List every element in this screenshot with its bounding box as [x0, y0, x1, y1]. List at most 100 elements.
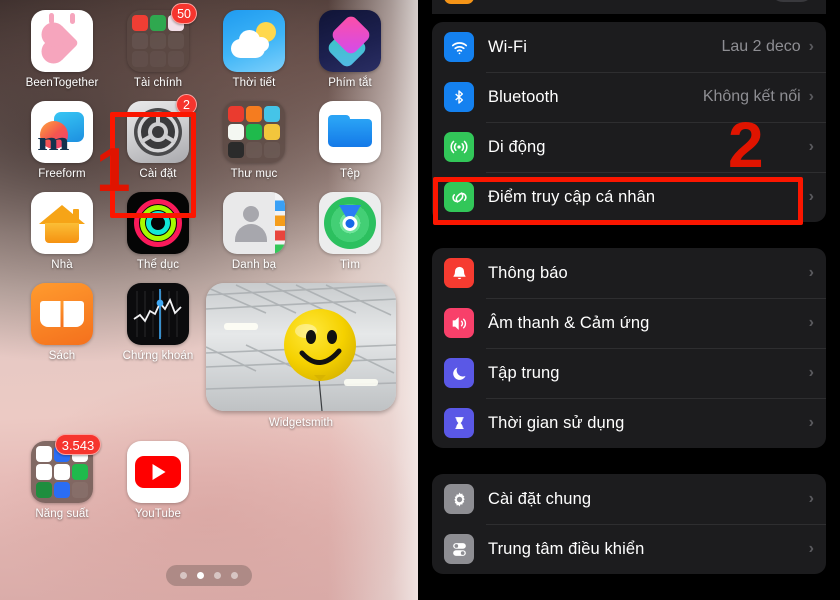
app-label: Danh bạ	[231, 259, 277, 271]
home-app-icon[interactable]	[31, 192, 93, 254]
app-tai-chinh[interactable]: 50 Tài chính	[110, 3, 206, 89]
settings-row-screen-time[interactable]: Thời gian sử dụng ›	[432, 398, 826, 448]
settings-row-label: Di động	[488, 137, 546, 156]
app-youtube[interactable]: YouTube	[110, 441, 206, 520]
settings-row-control-center[interactable]: Trung tâm điều khiển ›	[432, 524, 826, 574]
bluetooth-glyph	[455, 90, 464, 104]
chevron-right-icon: ›	[808, 414, 814, 431]
app-label: Tìm	[339, 259, 361, 271]
settings-row-label: Âm thanh & Cảm ứng	[488, 313, 650, 332]
beentogether-icon[interactable]	[31, 10, 93, 72]
settings-row-general[interactable]: Cài đặt chung ›	[432, 474, 826, 524]
icon-wrap: 50	[127, 3, 197, 72]
airplane-mode-icon	[444, 0, 474, 4]
badge-count: 2	[176, 94, 197, 115]
settings-row-label: Thời gian sử dụng	[488, 413, 625, 432]
app-nang-suat[interactable]: 3.543 Năng suất	[14, 434, 110, 520]
page-dot[interactable]	[180, 572, 187, 579]
weather-icon[interactable]	[223, 10, 285, 72]
row-accessory: ›	[801, 139, 826, 155]
app-sach[interactable]: Sách	[14, 283, 110, 429]
app-label: Tài chính	[133, 77, 183, 89]
icon-wrap	[127, 192, 189, 254]
gear-glyph	[134, 108, 182, 156]
speaker-glyph	[452, 316, 466, 330]
step-marker-2: 2	[728, 109, 764, 181]
badge-count: 3.543	[55, 434, 101, 455]
app-label: Thể dục	[136, 259, 180, 271]
gear-glyph	[453, 492, 465, 506]
page-dots[interactable]	[166, 565, 252, 586]
icon-wrap	[127, 283, 189, 345]
settings-row-sounds-haptics[interactable]: Âm thanh & Cảm ứng ›	[432, 298, 826, 348]
stocks-icon[interactable]	[127, 283, 189, 345]
page-dot-active[interactable]	[197, 572, 204, 579]
chevron-right-icon: ›	[808, 38, 814, 55]
chevron-right-icon: ›	[808, 364, 814, 381]
screen-time-hourglass-icon	[444, 408, 474, 438]
app-label: Thư mục	[230, 168, 278, 180]
app-thoi-tiet[interactable]: Thời tiết	[206, 10, 302, 89]
page-dot[interactable]	[214, 572, 221, 579]
screenshot-root: BeenTogether 50 Tài chính Thời tiết Phím…	[0, 0, 840, 600]
airplane-mode-toggle[interactable]	[770, 0, 814, 2]
freeform-icon[interactable]: m	[31, 101, 93, 163]
bell-glyph	[452, 266, 466, 279]
app-chung-khoan[interactable]: Chứng khoán	[110, 283, 206, 429]
settings-row-bluetooth[interactable]: Bluetooth Không kết nối ›	[432, 72, 826, 122]
settings-row-value: Không kết nối	[702, 88, 801, 105]
app-label: Phím tắt	[328, 77, 372, 89]
app-beentogether[interactable]: BeenTogether	[14, 10, 110, 89]
settings-row-focus[interactable]: Tập trung ›	[432, 348, 826, 398]
balloon-photo	[206, 283, 396, 411]
ios-home-screen: BeenTogether 50 Tài chính Thời tiết Phím…	[0, 0, 418, 600]
settings-group-partial	[432, 0, 826, 14]
hotspot-link-glyph	[451, 191, 467, 203]
app-tim[interactable]: Tìm	[302, 192, 398, 271]
settings-group-notifications: Thông báo › Âm thanh & Cảm ứng › Tập tru…	[432, 248, 826, 448]
personal-hotspot-icon	[444, 182, 474, 212]
app-thu-muc[interactable]: Thư mục	[206, 101, 302, 180]
page-dot[interactable]	[231, 572, 238, 579]
fitness-rings-icon[interactable]	[127, 192, 189, 254]
row-accessory: ›	[809, 491, 826, 507]
icon-wrap	[31, 192, 93, 254]
widget-widgetsmith[interactable]: Widgetsmith	[206, 283, 396, 429]
files-icon[interactable]	[319, 101, 381, 163]
shortcuts-icon[interactable]	[319, 10, 381, 72]
app-label: Tệp	[339, 168, 361, 180]
settings-row-cellular[interactable]: Di động ›	[432, 122, 826, 172]
youtube-icon[interactable]	[127, 441, 189, 503]
settings-row-airplane-mode[interactable]	[432, 0, 826, 14]
app-label: Nhà	[51, 259, 73, 271]
settings-row-personal-hotspot[interactable]: Điểm truy cập cá nhân ›	[432, 172, 826, 222]
app-label: Chứng khoán	[122, 350, 194, 362]
settings-row-wifi[interactable]: Wi-Fi Lau 2 deco ›	[432, 22, 826, 72]
settings-group-connectivity: Wi-Fi Lau 2 deco › Bluetooth Không kết n…	[432, 22, 826, 222]
settings-row-label: Cài đặt chung	[488, 489, 592, 508]
folder-icon[interactable]	[223, 101, 285, 163]
chevron-right-icon: ›	[808, 138, 814, 155]
widgetsmith-photo-widget	[206, 283, 396, 411]
app-danh-ba[interactable]: Danh bạ	[206, 192, 302, 271]
app-label: Sách	[48, 350, 76, 362]
general-gear-icon	[444, 484, 474, 514]
row-accessory: Không kết nối ›	[703, 88, 826, 106]
icon-wrap: 2	[127, 94, 197, 163]
sounds-haptics-icon	[444, 308, 474, 338]
settings-row-label: Bluetooth	[488, 87, 559, 106]
app-phim-tat[interactable]: Phím tắt	[302, 10, 398, 89]
chevron-right-icon: ›	[808, 314, 814, 331]
row-accessory	[770, 0, 826, 2]
app-tep[interactable]: Tệp	[302, 101, 398, 180]
row-accessory: ›	[809, 415, 826, 431]
icon-wrap	[223, 10, 285, 72]
icon-wrap	[127, 441, 189, 503]
moon-glyph	[452, 367, 466, 380]
settings-row-notifications[interactable]: Thông báo ›	[432, 248, 826, 298]
find-my-icon[interactable]	[319, 192, 381, 254]
chevron-right-icon: ›	[808, 490, 814, 507]
books-icon[interactable]	[31, 283, 93, 345]
contacts-icon[interactable]	[223, 192, 285, 254]
